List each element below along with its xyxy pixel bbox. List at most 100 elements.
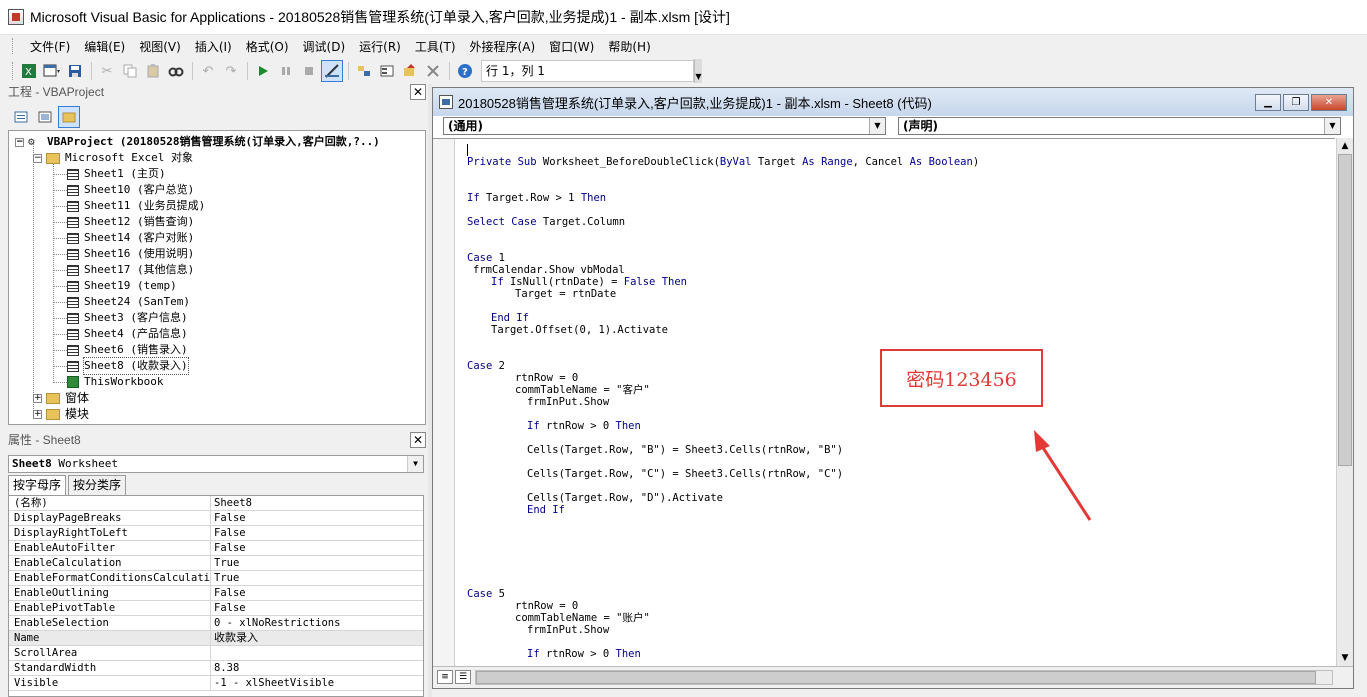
code-line[interactable]: Case 5 (467, 588, 505, 600)
code-line[interactable]: Private Sub Worksheet_BeforeDoubleClick(… (467, 156, 979, 168)
excel-icon[interactable]: X (18, 60, 40, 82)
toolbar-options-icon[interactable]: ▼ (694, 59, 702, 83)
tree-folder-modules[interactable]: + 模块 (33, 406, 89, 422)
property-value[interactable]: -1 - xlSheetVisible (211, 676, 423, 690)
menu-tools[interactable]: 工具(T) (409, 38, 462, 55)
chevron-down-icon[interactable]: ▼ (869, 118, 885, 134)
tree-item-sheet[interactable]: Sheet16 (使用说明) (53, 246, 194, 262)
property-value[interactable]: 8.38 (211, 661, 423, 675)
toolbox-icon[interactable] (422, 60, 444, 82)
toolbar-grip[interactable] (12, 62, 15, 80)
tree-item-sheet[interactable]: Sheet3 (客户信息) (53, 310, 188, 326)
code-margin-indicator[interactable] (433, 139, 455, 666)
property-row[interactable]: EnableFormatConditionsCalculation True (9, 571, 423, 586)
chevron-down-icon[interactable]: ▼ (407, 456, 423, 472)
property-value[interactable]: 0 - xlNoRestrictions (211, 616, 423, 630)
redo-icon[interactable]: ↷ (220, 60, 242, 82)
tree-item-workbook[interactable]: ThisWorkbook (53, 374, 163, 390)
view-object-icon[interactable] (34, 106, 56, 128)
paste-icon[interactable] (142, 60, 164, 82)
tree-item-sheet-selected[interactable]: Sheet8 (收款录入) (53, 357, 189, 375)
design-mode-icon[interactable] (321, 60, 343, 82)
view-code-icon[interactable] (10, 106, 32, 128)
property-value[interactable]: True (211, 556, 423, 570)
tree-folder-excel-objects[interactable]: − Microsoft Excel 对象 (33, 150, 193, 166)
code-line[interactable]: rtnRow = 0 (515, 600, 578, 612)
property-row[interactable]: DisplayPageBreaks False (9, 511, 423, 526)
insert-userform-icon[interactable] (41, 60, 63, 82)
collapse-icon[interactable]: − (33, 153, 42, 163)
menu-format[interactable]: 格式(O) (240, 38, 295, 55)
procedure-combo[interactable]: (声明) ▼ (898, 117, 1341, 135)
help-icon[interactable]: ? (454, 60, 476, 82)
property-row[interactable]: EnableAutoFilter False (9, 541, 423, 556)
restore-icon[interactable]: ❐ (1283, 94, 1309, 111)
property-row[interactable]: StandardWidth 8.38 (9, 661, 423, 676)
code-line[interactable]: Cells(Target.Row, "D").Activate (527, 492, 723, 504)
code-line[interactable]: rtnRow = 0 (515, 372, 578, 384)
property-value[interactable] (211, 646, 423, 660)
code-line[interactable]: Target = rtnDate (515, 288, 616, 300)
tree-item-sheet[interactable]: Sheet14 (客户对账) (53, 230, 194, 246)
code-line[interactable]: Cells(Target.Row, "B") = Sheet3.Cells(rt… (527, 444, 843, 456)
tree-item-sheet[interactable]: Sheet17 (其他信息) (53, 262, 194, 278)
property-value[interactable]: Sheet8 (211, 496, 423, 510)
scroll-down-icon[interactable]: ▼ (1337, 650, 1353, 666)
property-row[interactable]: EnableCalculation True (9, 556, 423, 571)
property-value[interactable]: False (211, 586, 423, 600)
project-explorer-icon[interactable] (353, 60, 375, 82)
procedure-view-icon[interactable]: ≡ (437, 670, 453, 684)
property-row[interactable]: (名称) Sheet8 (9, 496, 423, 511)
code-line[interactable]: If rtnRow > 0 Then (527, 648, 641, 660)
code-line[interactable]: commTableName = "账户" (515, 612, 650, 624)
object-combo[interactable]: (通用) ▼ (443, 117, 886, 135)
copy-icon[interactable] (119, 60, 141, 82)
code-line[interactable]: frmInPut.Show (527, 396, 609, 408)
tree-item-sheet[interactable]: Sheet24 (SanTem) (53, 294, 190, 310)
code-line[interactable]: frmInPut.Show (527, 624, 609, 636)
menu-addins[interactable]: 外接程序(A) (464, 38, 542, 55)
code-line[interactable]: Case 2 (467, 360, 505, 372)
chevron-down-icon[interactable]: ▼ (1324, 118, 1340, 134)
close-icon[interactable]: ✕ (1311, 94, 1347, 111)
property-value[interactable]: True (211, 571, 423, 585)
menu-debug[interactable]: 调试(D) (297, 38, 352, 55)
tree-item-sheet[interactable]: Sheet1 (主页) (53, 166, 166, 182)
code-line[interactable]: If IsNull(rtnDate) = False Then (491, 276, 687, 288)
code-vertical-scrollbar[interactable]: ▲ ▼ (1336, 138, 1353, 666)
menubar-grip[interactable] (12, 38, 15, 54)
menu-help[interactable]: 帮助(H) (602, 38, 656, 55)
properties-grid[interactable]: (名称) Sheet8 DisplayPageBreaks False Displa… (8, 495, 424, 697)
property-value[interactable]: False (211, 526, 423, 540)
project-tree[interactable]: − ⚙ VBAProject (20180528销售管理系统(订单录入,客户回款… (8, 130, 426, 425)
property-row[interactable]: Visible -1 - xlSheetVisible (9, 676, 423, 691)
expand-icon[interactable]: + (33, 409, 42, 419)
menu-view[interactable]: 视图(V) (133, 38, 187, 55)
tree-item-sheet[interactable]: Sheet6 (销售录入) (53, 342, 188, 358)
code-line[interactable]: Target.Offset(0, 1).Activate (491, 324, 668, 336)
code-line[interactable]: commTableName = "客户" (515, 384, 650, 396)
code-line[interactable]: Case 1 (467, 252, 505, 264)
scroll-up-icon[interactable]: ▲ (1337, 138, 1353, 154)
expand-icon[interactable]: + (33, 393, 42, 403)
project-panel-close-icon[interactable]: ✕ (410, 84, 426, 100)
property-row[interactable]: EnableSelection 0 - xlNoRestrictions (9, 616, 423, 631)
properties-object-select[interactable]: Sheet8 Worksheet ▼ (8, 455, 424, 473)
menu-run[interactable]: 运行(R) (353, 38, 407, 55)
properties-panel-close-icon[interactable]: ✕ (410, 432, 426, 448)
cut-icon[interactable]: ✂ (96, 60, 118, 82)
horizontal-scroll-thumb[interactable] (476, 671, 1316, 684)
tab-categorized[interactable]: 按分类序 (68, 475, 127, 495)
object-browser-icon[interactable] (399, 60, 421, 82)
find-icon[interactable] (165, 60, 187, 82)
tree-item-sheet[interactable]: Sheet10 (客户总览) (53, 182, 194, 198)
code-line[interactable]: End If (491, 312, 529, 324)
code-horizontal-scrollbar[interactable] (475, 670, 1333, 685)
full-module-view-icon[interactable]: ☰ (455, 670, 471, 684)
toggle-folders-icon[interactable] (58, 106, 80, 128)
menu-edit[interactable]: 编辑(E) (78, 38, 131, 55)
properties-window-icon[interactable] (376, 60, 398, 82)
property-row[interactable]: ScrollArea (9, 646, 423, 661)
code-line[interactable]: End If (527, 504, 565, 516)
break-icon[interactable] (275, 60, 297, 82)
